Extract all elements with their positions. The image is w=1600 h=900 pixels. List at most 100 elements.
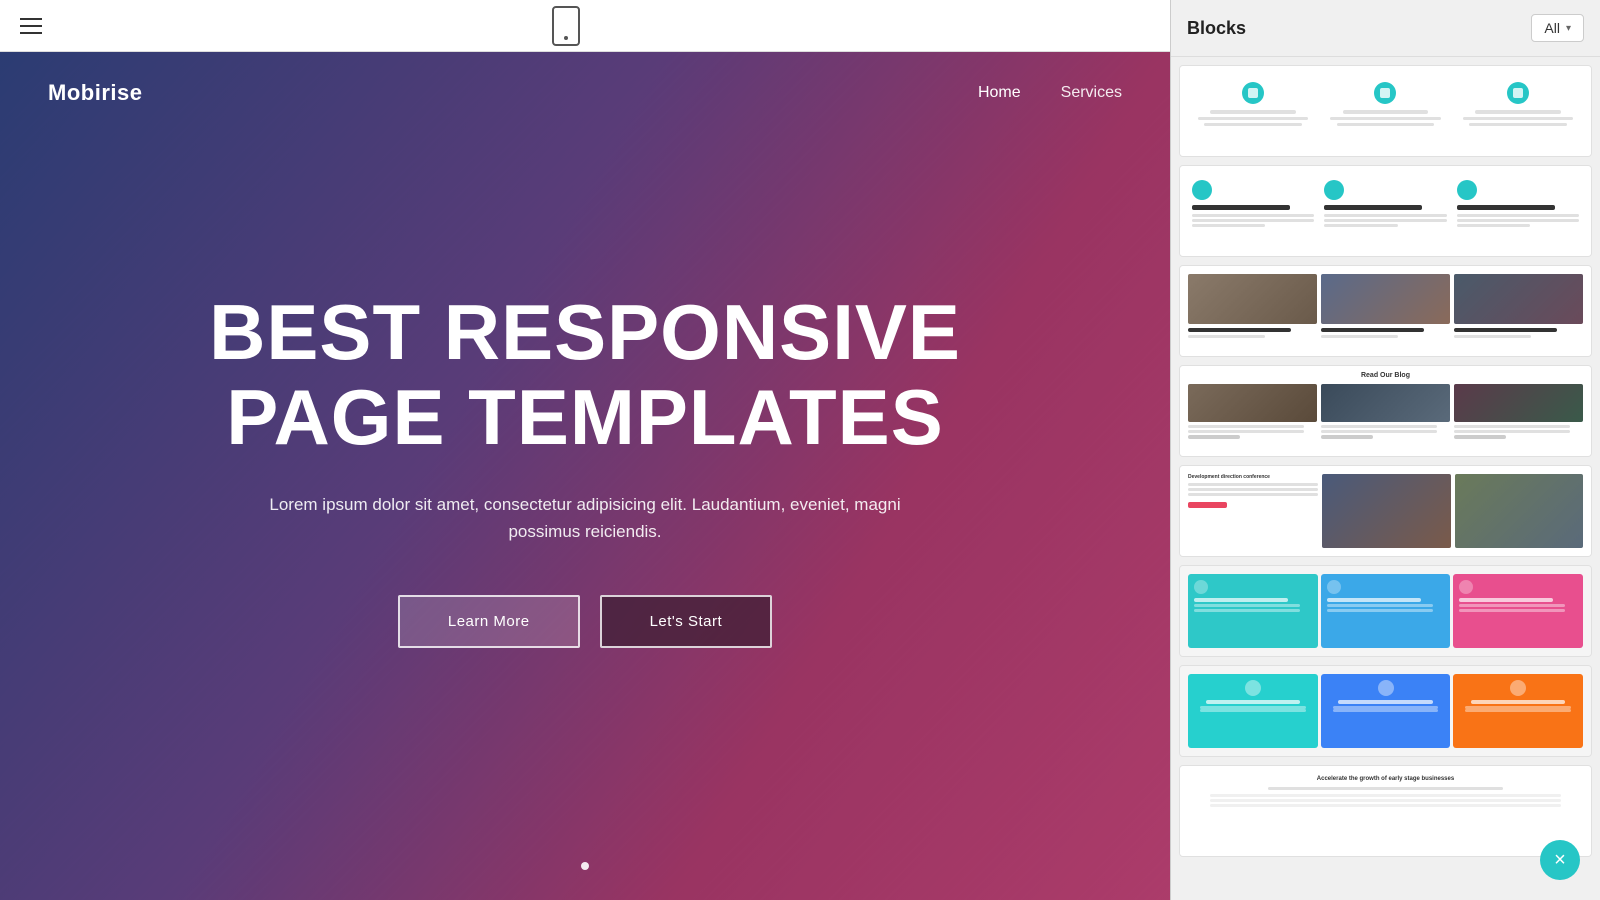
toolbar-center: [552, 6, 580, 46]
circle-icon-2: [1324, 180, 1344, 200]
block-card-1[interactable]: [1179, 65, 1592, 157]
block-6-thumb: [1180, 566, 1591, 656]
block-1-col-2: [1320, 76, 1450, 146]
line: [1475, 110, 1561, 114]
blocks-scroll-area[interactable]: Read Our Blog: [1171, 57, 1600, 900]
line: [1457, 219, 1579, 222]
photo-3: [1454, 274, 1583, 324]
conference-title: Development direction conference: [1188, 474, 1318, 480]
line: [1188, 483, 1318, 486]
blog-photo-2: [1321, 384, 1450, 422]
lets-start-button[interactable]: Let's Start: [600, 595, 773, 648]
line: [1210, 794, 1562, 797]
colored-col-1: [1188, 574, 1318, 648]
block-card-3[interactable]: [1179, 265, 1592, 357]
line: [1192, 214, 1314, 217]
dot-1[interactable]: [581, 862, 589, 870]
startup-title: Accelerate the growth of early stage bus…: [1317, 776, 1454, 782]
preview-area: Mobirise Home Services BEST RESPONSIVE P…: [0, 52, 1170, 900]
line: [1210, 799, 1562, 802]
line: [1327, 609, 1433, 612]
line: [1459, 609, 1565, 612]
line: [1188, 335, 1265, 338]
hero-title-line1: BEST RESPONSIVE: [209, 288, 961, 376]
line: [1210, 804, 1562, 807]
line: [1327, 598, 1421, 602]
block-3-col-3: [1454, 274, 1583, 348]
line: [1457, 224, 1530, 227]
blog-photo-1: [1188, 384, 1317, 422]
mobile-icon-dot: [564, 36, 568, 40]
line: [1192, 224, 1265, 227]
block-card-4[interactable]: Read Our Blog: [1179, 365, 1592, 457]
hero-subtitle: Lorem ipsum dolor sit amet, consectetur …: [235, 491, 935, 545]
line: [1337, 123, 1435, 126]
line: [1198, 117, 1308, 120]
line: [1321, 430, 1437, 433]
white-icon-1: [1194, 580, 1208, 594]
line: [1324, 214, 1446, 217]
alt-icon-2: [1378, 680, 1394, 696]
block-card-7[interactable]: [1179, 665, 1592, 757]
line: [1188, 328, 1291, 332]
toolbar-left: [20, 18, 42, 34]
block-card-6[interactable]: [1179, 565, 1592, 657]
read-more-btn: [1454, 435, 1506, 439]
photo-1: [1188, 274, 1317, 324]
line: [1454, 335, 1531, 338]
blocks-filter-dropdown[interactable]: All ▾: [1531, 14, 1584, 42]
line: [1188, 493, 1318, 496]
line: [1463, 117, 1573, 120]
block-card-2[interactable]: [1179, 165, 1592, 257]
white-icon-3: [1459, 580, 1473, 594]
read-more-btn: [1321, 435, 1373, 439]
hero-title-line2: PAGE TEMPLATES: [226, 373, 944, 461]
hero-dots: [0, 862, 1170, 900]
line: [1338, 700, 1432, 704]
feature-icon-1: [1242, 82, 1264, 104]
conference-photo-1: [1322, 474, 1450, 548]
feature-icon-2: [1374, 82, 1396, 104]
hero-section: Mobirise Home Services BEST RESPONSIVE P…: [0, 52, 1170, 900]
mobile-preview-icon[interactable]: [552, 6, 580, 46]
line: [1471, 700, 1565, 704]
alt-col-3: [1453, 674, 1583, 748]
hamburger-icon[interactable]: [20, 18, 42, 34]
blog-photo-3: [1454, 384, 1583, 422]
line: [1457, 214, 1579, 217]
register-tag: [1188, 502, 1227, 508]
alt-col-1: [1188, 674, 1318, 748]
line: [1454, 425, 1570, 428]
blog-col-2: [1321, 384, 1450, 450]
block-card-5[interactable]: Development direction conference: [1179, 465, 1592, 557]
block-1-col-1: [1188, 76, 1318, 146]
block-card-8[interactable]: Accelerate the growth of early stage bus…: [1179, 765, 1592, 857]
learn-more-button[interactable]: Learn More: [398, 595, 580, 648]
conference-left: Development direction conference: [1188, 474, 1318, 548]
line: [1194, 598, 1288, 602]
block-2-col-2: [1320, 176, 1450, 246]
photo-2: [1321, 274, 1450, 324]
block-2-title: [1324, 205, 1422, 210]
editor-area: Mobirise Home Services BEST RESPONSIVE P…: [0, 0, 1170, 900]
block-4-thumb: Read Our Blog: [1180, 366, 1591, 456]
line: [1206, 700, 1300, 704]
line: [1459, 604, 1565, 607]
line: [1459, 598, 1553, 602]
line: [1204, 123, 1302, 126]
toolbar: [0, 0, 1170, 52]
line: [1465, 709, 1571, 712]
feature-icon-3: [1507, 82, 1529, 104]
line: [1327, 604, 1433, 607]
line: [1188, 488, 1318, 491]
line: [1333, 709, 1439, 712]
line: [1454, 328, 1557, 332]
hero-content: BEST RESPONSIVE PAGE TEMPLATES Lorem ips…: [0, 76, 1170, 862]
close-panel-button[interactable]: ×: [1540, 840, 1580, 880]
block-8-thumb: Accelerate the growth of early stage bus…: [1180, 766, 1591, 856]
blog-col-3: [1454, 384, 1583, 450]
block-1-thumb: [1180, 66, 1591, 156]
line: [1188, 430, 1304, 433]
block-2-title: [1192, 205, 1290, 210]
blog-col-1: [1188, 384, 1317, 450]
